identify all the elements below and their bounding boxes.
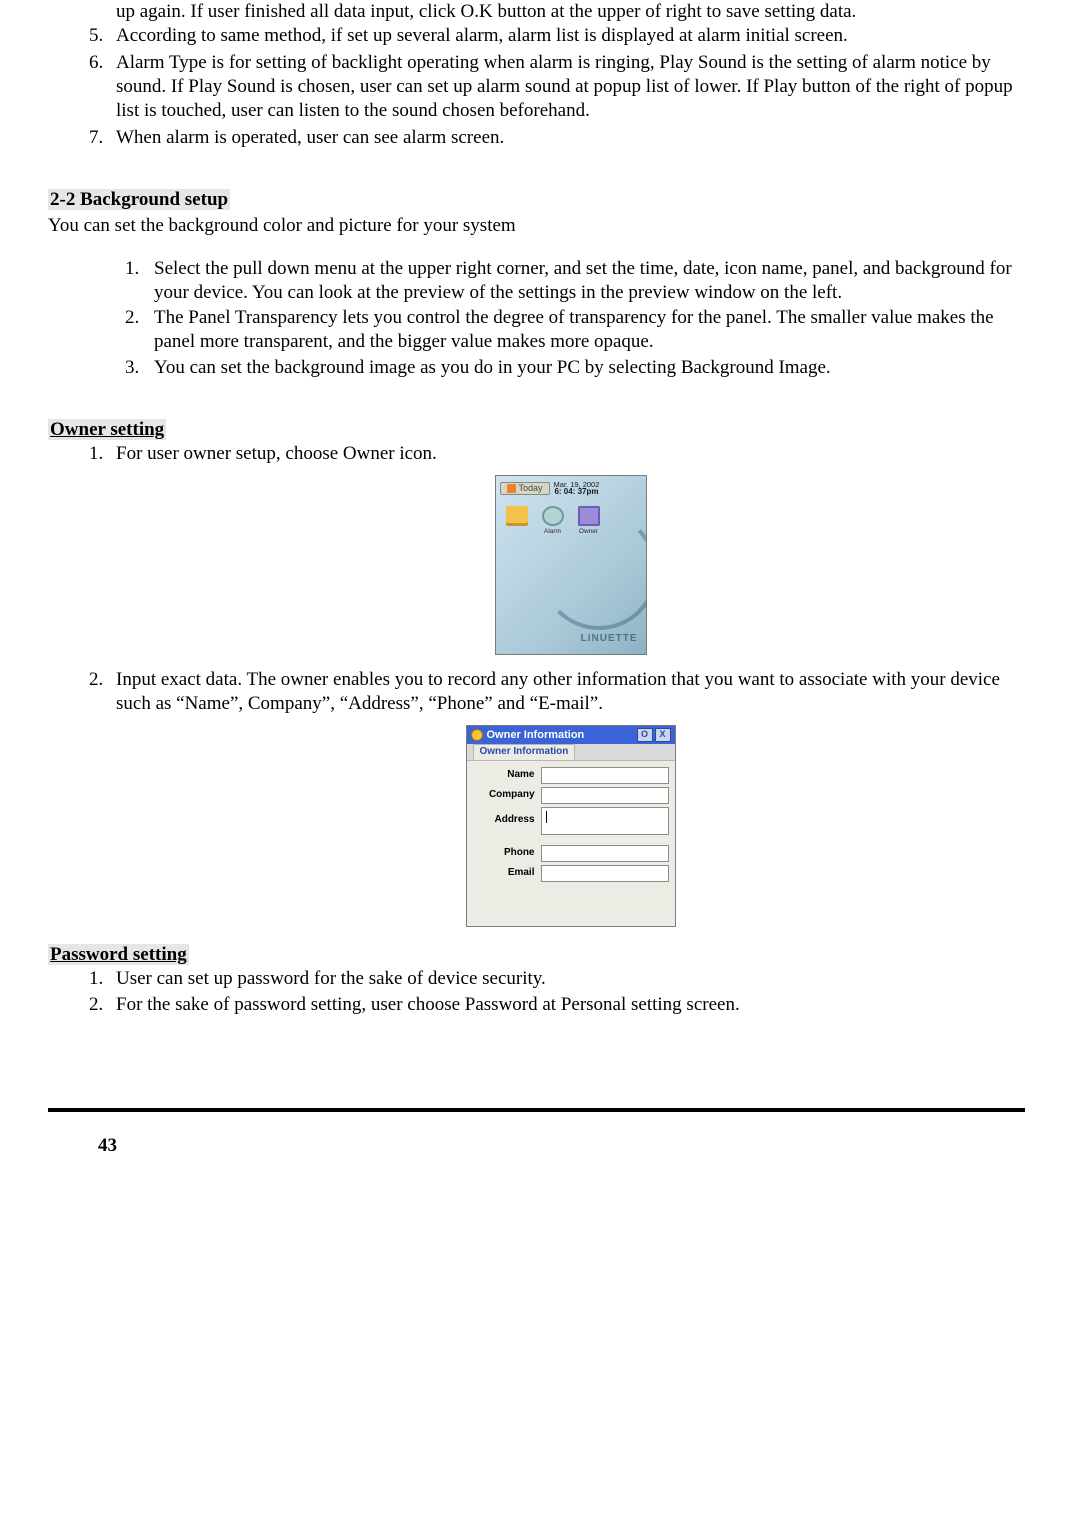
owner-setting-section: Owner setting For user owner setup, choo… [48, 418, 1025, 927]
tab-owner-info: Owner Information [473, 744, 576, 760]
list-item: Alarm Type is for setting of backlight o… [108, 51, 1025, 124]
list-item: Input exact data. The owner enables you … [108, 668, 1025, 927]
list-item-text: For user owner setup, choose Owner icon. [116, 443, 437, 464]
label-email: Email [473, 867, 541, 880]
footer-rule [48, 1108, 1025, 1112]
screenshot-home-screen: Today Mar. 19, 2002 6: 04: 37pm Alarm Ow… [495, 475, 647, 655]
alarm-icon [542, 506, 564, 526]
list-item: When alarm is operated, user can see ala… [108, 126, 1025, 150]
label-company: Company [473, 789, 541, 802]
text-caret [546, 811, 547, 823]
input-email [541, 865, 669, 882]
decorative-swoosh [540, 512, 647, 630]
window-button-ok-icon: O [637, 728, 653, 742]
list-item-fragment: up again. If user finished all data inpu… [116, 0, 1025, 24]
window-title: Owner Information [487, 728, 585, 742]
alarm-setup-continuation: up again. If user finished all data inpu… [48, 0, 1025, 150]
password-setting-section: Password setting User can set up passwor… [48, 943, 1025, 1018]
list-item: You can set the background image as you … [144, 356, 1025, 380]
page-number: 43 [98, 1134, 1025, 1158]
folder-icon [506, 506, 528, 526]
screenshot-owner-form: Owner Information O X Owner Information … [466, 725, 676, 927]
list-item: The Panel Transparency lets you control … [144, 306, 1025, 355]
screenshot-time: 6: 04: 37pm [554, 488, 600, 496]
input-phone [541, 845, 669, 862]
background-setup-section: 2-2 Background setup You can set the bac… [48, 188, 1025, 380]
label-phone: Phone [473, 847, 541, 860]
brand-label: LINUETTE [581, 633, 638, 646]
app-icon [471, 729, 483, 741]
list-item: User can set up password for the sake of… [108, 967, 1025, 991]
label-address: Address [473, 814, 541, 827]
section-heading: 2-2 Background setup [48, 189, 230, 210]
list-item: Select the pull down menu at the upper r… [144, 257, 1025, 306]
input-address [541, 807, 669, 835]
today-chip: Today [500, 482, 550, 496]
window-button-close-icon: X [655, 728, 671, 742]
list-item: For user owner setup, choose Owner icon.… [108, 442, 1025, 662]
section-heading: Owner setting [48, 419, 166, 440]
input-company [541, 787, 669, 804]
input-name [541, 767, 669, 784]
section-heading: Password setting [48, 944, 189, 965]
list-item: For the sake of password setting, user c… [108, 993, 1025, 1017]
list-item-text: Input exact data. The owner enables you … [116, 669, 1000, 714]
list-item: According to same method, if set up seve… [108, 24, 1025, 48]
label-name: Name [473, 769, 541, 782]
section-intro: You can set the background color and pic… [48, 214, 1025, 238]
